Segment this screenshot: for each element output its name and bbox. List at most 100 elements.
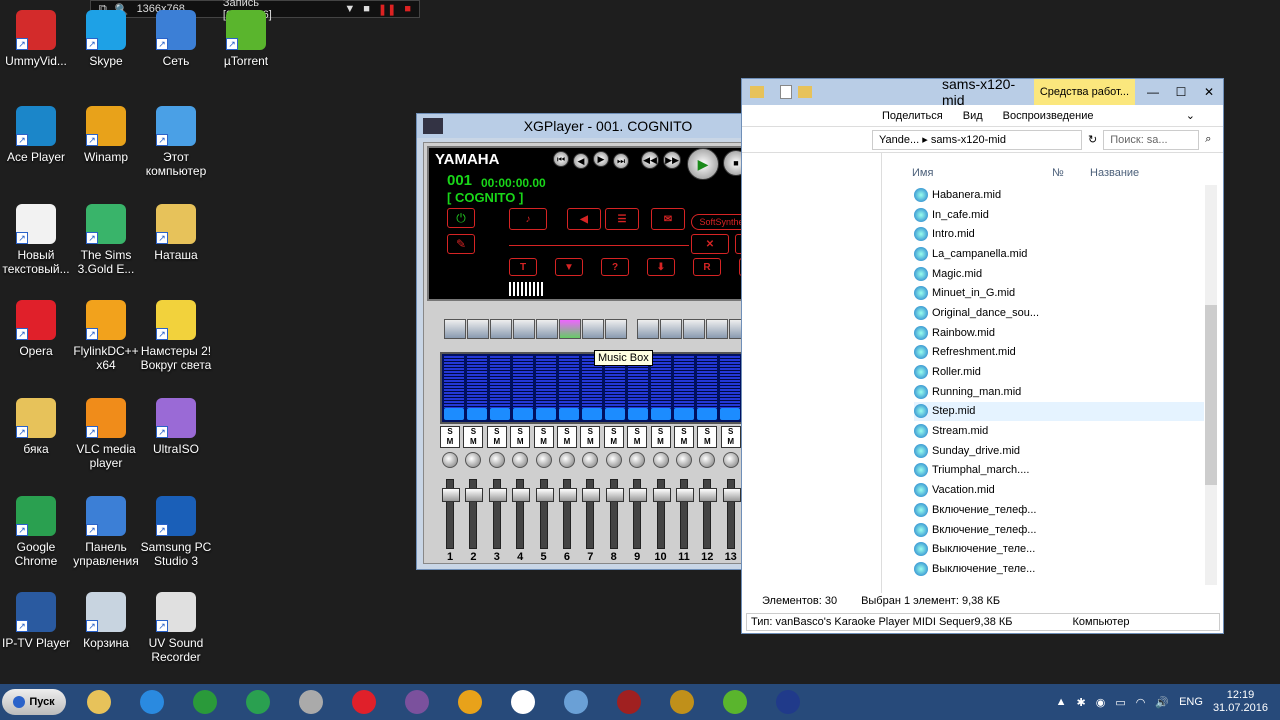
taskbar-winrar-button[interactable] [609, 687, 649, 717]
solo-mute-button[interactable]: SM [697, 426, 718, 448]
vertical-scrollbar[interactable] [1205, 185, 1217, 585]
minimize-button[interactable]: — [1139, 82, 1167, 102]
tray-expand-icon[interactable]: ▲ [1056, 696, 1067, 708]
channel-instrument-icon[interactable] [720, 408, 740, 420]
desktop-icon[interactable]: ↗ UltraISO [140, 398, 212, 456]
channel-instrument-icon[interactable] [559, 408, 579, 420]
column-name[interactable]: Имя [912, 167, 1052, 179]
file-row[interactable]: Refreshment.mid [914, 343, 1204, 363]
desktop-icon[interactable]: ↗ Ace Player [0, 106, 72, 164]
solo-mute-button[interactable]: SM [603, 426, 624, 448]
file-row[interactable]: Включение_телеф... [914, 500, 1204, 520]
new-folder-icon[interactable] [798, 86, 812, 98]
file-row[interactable]: Rainbow.mid [914, 323, 1204, 343]
pan-knob[interactable] [675, 452, 692, 468]
channel-fader[interactable] [442, 479, 460, 549]
scroll-thumb[interactable] [1205, 305, 1217, 485]
file-row[interactable]: La_campanella.mid [914, 244, 1204, 264]
last-track-icon[interactable]: ⏭ [613, 153, 629, 169]
settings-wrench-icon[interactable]: ✎ [447, 234, 475, 254]
taskbar-disc-button[interactable] [291, 687, 331, 717]
desktop-icon[interactable]: ↗ Сеть [140, 10, 212, 68]
solo-mute-button[interactable]: SM [673, 426, 694, 448]
choir-icon[interactable] [536, 319, 558, 339]
channel-instrument-icon[interactable] [490, 408, 510, 420]
pause-icon[interactable]: ❚❚ [378, 3, 396, 16]
desktop-icon[interactable]: ↗ Samsung PC Studio 3 [140, 496, 212, 568]
column-number[interactable]: № [1052, 167, 1090, 179]
taskbar-store-button[interactable] [185, 687, 225, 717]
channel-instrument-icon[interactable] [697, 408, 717, 420]
desktop-icon[interactable]: ↗ Корзина [70, 592, 142, 650]
repeat-r-icon[interactable]: R [693, 258, 721, 276]
taskbar-media-button[interactable] [450, 687, 490, 717]
channel-instrument-icon[interactable] [513, 408, 533, 420]
desktop-icon[interactable]: ↗ Google Chrome [0, 496, 72, 568]
tools-tab[interactable]: Средства работ... [1033, 79, 1135, 105]
column-title[interactable]: Название [1090, 167, 1139, 179]
solo-mute-button[interactable]: SM [580, 426, 601, 448]
navigation-pane[interactable] [742, 153, 882, 593]
channel-instrument-icon[interactable] [582, 408, 602, 420]
start-button[interactable]: Пуск [2, 689, 66, 715]
desktop-icon[interactable]: ↗ FlylinkDC++ x64 [70, 300, 142, 372]
channel-fader[interactable] [512, 479, 531, 549]
solo-mute-button[interactable]: SM [510, 426, 531, 448]
channel-fader[interactable] [652, 479, 671, 549]
properties-icon[interactable] [780, 85, 792, 99]
file-row[interactable]: Running_man.mid [914, 382, 1204, 402]
rewind-icon[interactable]: ◀◀ [641, 151, 659, 169]
solo-mute-button[interactable]: SM [463, 426, 484, 448]
pan-knob[interactable] [699, 452, 716, 468]
oval-icon[interactable] [637, 319, 659, 339]
piano-icon[interactable] [444, 319, 466, 339]
file-row[interactable]: Triumphal_march.... [914, 461, 1204, 481]
desktop-icon[interactable]: ↗ UV Sound Recorder [140, 592, 212, 664]
channel-fader[interactable] [699, 479, 718, 549]
file-row[interactable]: Habanera.mid [914, 185, 1204, 205]
file-row[interactable]: Выключение_теле... [914, 539, 1204, 559]
channel-instrument-icon[interactable] [467, 408, 487, 420]
maximize-button[interactable]: ☐ [1167, 82, 1195, 102]
desktop-icon[interactable]: ↗ Новый текстовый... [0, 204, 72, 276]
desktop-icon[interactable]: ↗ Skype [70, 10, 142, 68]
address-path[interactable]: Yande... ▸ sams-x120-mid [872, 129, 1082, 150]
channel-fader[interactable] [535, 479, 554, 549]
pan-knob[interactable] [442, 452, 458, 468]
file-row[interactable]: Roller.mid [914, 362, 1204, 382]
file-row[interactable]: Vacation.mid [914, 480, 1204, 500]
dropdown-icon[interactable]: ▼ [344, 3, 355, 15]
stop-icon[interactable]: ■ [404, 3, 411, 15]
close-button[interactable]: ✕ [1195, 82, 1223, 102]
file-row[interactable]: Minuet_in_G.mid [914, 283, 1204, 303]
tempo-icon[interactable]: T [509, 258, 537, 276]
language-indicator[interactable]: ENG [1179, 696, 1203, 708]
path-segment[interactable]: sams-x120-mid [931, 134, 1006, 146]
first-track-icon[interactable]: ⏮ [553, 151, 569, 167]
channel-fader[interactable] [488, 479, 507, 549]
channel-fader[interactable] [558, 479, 577, 549]
power-button[interactable]: ⏻ [447, 208, 475, 228]
solo-mute-button[interactable]: SM [556, 426, 577, 448]
channel-fader[interactable] [722, 479, 741, 549]
channel-instrument-icon[interactable] [536, 408, 556, 420]
file-row[interactable]: Magic.mid [914, 264, 1204, 284]
file-row[interactable]: Intro.mid [914, 224, 1204, 244]
path-segment[interactable]: Yande... [879, 134, 919, 146]
save-icon[interactable]: ▼ [555, 258, 583, 276]
file-row[interactable]: Stream.mid [914, 421, 1204, 441]
prev-track-icon[interactable]: ◀ [573, 153, 589, 169]
file-row[interactable]: Выключение_теле... [914, 559, 1204, 579]
channel-fader[interactable] [605, 479, 624, 549]
solo-mute-button[interactable]: SM [650, 426, 671, 448]
desktop-icon[interactable]: ↗ Opera [0, 300, 72, 358]
taskbar-qbittorrent-button[interactable] [556, 687, 596, 717]
taskbar-yandex-button[interactable] [503, 687, 543, 717]
pan-knob[interactable] [535, 452, 552, 468]
file-row[interactable]: Включение_телеф... [914, 520, 1204, 540]
taskbar-xgplayer-button[interactable] [768, 687, 808, 717]
pan-knob[interactable] [652, 452, 669, 468]
desktop-icon[interactable]: ↗ VLC media player [70, 398, 142, 470]
taskbar-utorrent-button[interactable] [715, 687, 755, 717]
taskbar-explorer-button[interactable] [79, 687, 119, 717]
